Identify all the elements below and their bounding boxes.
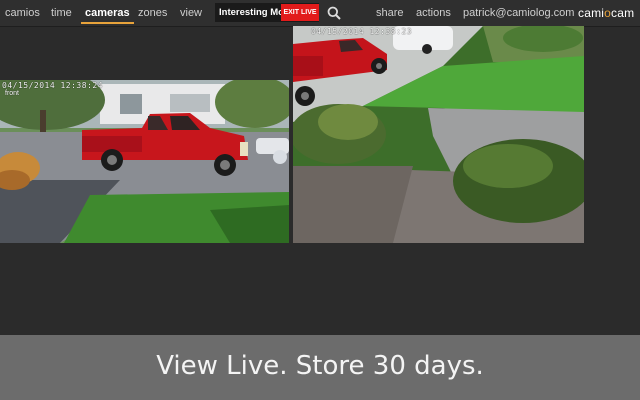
top-nav-bar: camios time cameras zones view Interesti… bbox=[0, 0, 640, 27]
camera-feed-front-image bbox=[0, 80, 289, 243]
nav-item-camios[interactable]: camios bbox=[5, 0, 40, 26]
feed-timestamp-front: 04/15/2014 12:38:24 bbox=[2, 81, 104, 90]
nav-item-time[interactable]: time bbox=[51, 0, 72, 26]
nav-item-zones[interactable]: zones bbox=[138, 0, 167, 26]
search-icon[interactable] bbox=[327, 6, 341, 20]
camiocam-logo: camiocam bbox=[578, 0, 634, 26]
nav-item-view[interactable]: view bbox=[180, 0, 202, 26]
view-mode-box: Interesting Mot EXIT LIVE bbox=[215, 3, 319, 22]
promo-banner: View Live. Store 30 days. bbox=[0, 335, 640, 400]
camera-feed-front[interactable]: 04/15/2014 12:38:24 front bbox=[0, 80, 289, 243]
view-mode-label[interactable]: Interesting Mot bbox=[219, 3, 281, 22]
feed-timestamp-driveway: 04/15/2014 12:38:23 bbox=[311, 27, 413, 36]
brand-suffix: cam bbox=[611, 6, 635, 20]
promo-banner-text: View Live. Store 30 days. bbox=[156, 351, 484, 381]
brand-prefix: cami bbox=[578, 6, 605, 20]
nav-item-cameras[interactable]: cameras bbox=[81, 0, 134, 26]
exit-live-button[interactable]: EXIT LIVE bbox=[281, 4, 319, 21]
brand-accent: o bbox=[604, 6, 612, 20]
feed-name-label: front bbox=[5, 90, 20, 97]
user-email-link[interactable]: patrick@camiolog.com bbox=[463, 0, 574, 26]
camera-feed-driveway-image bbox=[293, 26, 584, 243]
actions-link[interactable]: actions bbox=[416, 0, 451, 26]
share-link[interactable]: share bbox=[376, 0, 404, 26]
camera-feed-driveway[interactable]: 04/15/2014 12:38:23 bbox=[293, 26, 584, 243]
